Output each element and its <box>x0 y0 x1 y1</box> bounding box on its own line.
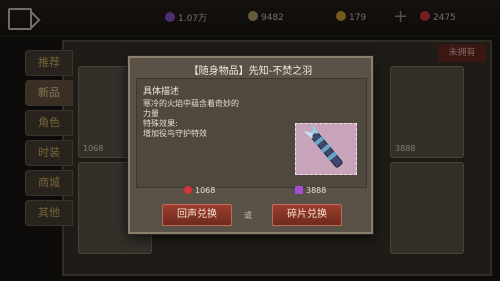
item-preview <box>295 123 357 175</box>
dialog-title: 【随身物品】先知-不焚之羽 <box>188 66 313 77</box>
fragment-cost: 3888 <box>295 186 326 195</box>
echo-cost: 1068 <box>184 186 215 195</box>
description-panel: 具体描述 寒冷的火焰中蕴含着奇妙的 力量 特殊效果: 增加役鸟守护特效 <box>136 78 367 188</box>
description-text: 寒冷的火焰中蕴含着奇妙的 力量 特殊效果: 增加役鸟守护特效 <box>143 99 239 138</box>
feather-torch-icon <box>304 126 343 168</box>
echo-gem-icon <box>184 186 192 194</box>
or-label: 或 <box>244 211 252 220</box>
fragment-exchange-button[interactable]: 碎片兑换 <box>272 204 342 226</box>
fragment-icon <box>295 186 303 194</box>
description-heading: 具体描述 <box>143 87 180 97</box>
item-detail-dialog: 【随身物品】先知-不焚之羽 具体描述 寒冷的火焰中蕴含着奇妙的 力量 特殊效果:… <box>128 56 373 234</box>
echo-exchange-button[interactable]: 回声兑换 <box>162 204 232 226</box>
